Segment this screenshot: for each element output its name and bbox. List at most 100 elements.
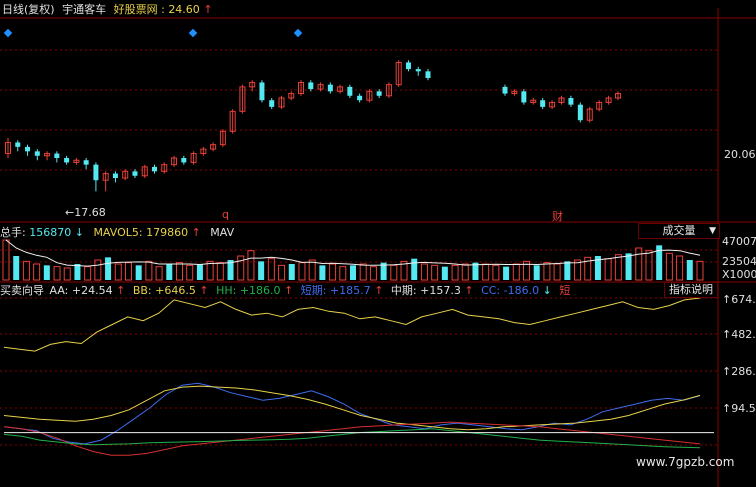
volume-bar-up — [553, 263, 561, 281]
candle-body-down — [152, 166, 158, 172]
candle-body-down — [425, 71, 431, 78]
indicator-header: 买卖向导 AA: +24.54 ↑ BB: +646.5 ↑ HH: +186.… — [0, 284, 570, 297]
volume-bar-up — [114, 263, 122, 281]
up-arrow-icon: ↑ — [203, 3, 213, 16]
candle-body-down — [327, 84, 333, 92]
indicator-help-button[interactable]: 指标说明 — [664, 282, 718, 298]
bb-label: BB: — [132, 284, 152, 297]
volume-bar-up — [308, 259, 316, 281]
volume-bar-up — [482, 263, 490, 281]
up-arrow-icon: ↑ — [116, 284, 126, 297]
volume-bar-down — [533, 265, 540, 280]
price-axis-label: 20.06 — [724, 148, 756, 161]
volume-bar-down — [105, 257, 112, 280]
indicator-title[interactable]: 买卖向导 — [0, 284, 44, 297]
volume-bar-down — [135, 265, 142, 280]
volume-bar-up — [665, 252, 673, 281]
volume-bar-down — [74, 264, 81, 280]
indicator-axis-label-3: ↑286.3 — [722, 365, 756, 378]
volume-dropdown[interactable]: 成交量 ▼ — [638, 223, 720, 239]
candle-body-down — [34, 151, 40, 156]
volume-bar-down — [319, 265, 326, 280]
candle-body-down — [54, 153, 60, 158]
stock-name: 宇通客车 — [62, 3, 107, 16]
indicator-axis-label-2: ↑482.6 — [722, 328, 756, 341]
up-arrow-icon: ↑ — [191, 226, 201, 239]
indicator-axis-value-4: 94.50 — [731, 402, 756, 415]
marker-cai: 财 — [552, 210, 563, 223]
volume-bar-down — [13, 256, 20, 280]
candle-body-down — [259, 82, 265, 101]
volume-bar-up — [461, 263, 469, 281]
volume-bar-up — [237, 255, 245, 281]
mid-label: 中期: — [390, 284, 417, 297]
short-label: 短期: — [300, 284, 327, 297]
bb-line — [3, 382, 701, 445]
volume-axis-unit: X1000 — [722, 268, 756, 281]
total-label: 总手: — [0, 226, 26, 239]
volume-bar-up — [176, 262, 183, 281]
volume-bar-up — [216, 262, 224, 281]
mid-line — [3, 421, 701, 456]
up-arrow-icon: ↑ — [722, 293, 732, 306]
volume-bar-up — [53, 266, 61, 281]
total-value: 156870 — [29, 226, 72, 239]
candle-body-down — [132, 171, 138, 176]
trunc-label: 短 — [559, 284, 571, 297]
volume-bar-up — [22, 260, 30, 281]
hh-label: HH: — [216, 284, 237, 297]
candle-body-down — [15, 142, 21, 147]
site-watermark: www.7gpzb.com — [636, 455, 735, 469]
low-price-marker: ←17.68 — [65, 206, 106, 219]
candle-body-down — [83, 160, 89, 165]
volume-bar-up — [329, 263, 337, 281]
candle-body-down — [521, 91, 527, 103]
low-marker-value: 17.68 — [74, 206, 106, 219]
indicator-axis-label-4: ↑94.50 — [722, 402, 756, 415]
volume-axis-label-mid: 23504 — [722, 255, 756, 268]
volume-bar-up — [696, 260, 704, 281]
volume-bar-up — [420, 263, 428, 281]
candle-body-down — [577, 104, 583, 121]
marker-q: q — [222, 208, 229, 221]
volume-bar-down — [686, 260, 693, 280]
cc-value: -186.0 — [503, 284, 540, 297]
candle-body-down — [540, 100, 546, 107]
volume-bar-up — [2, 239, 10, 281]
bb-value: +646.5 — [155, 284, 196, 297]
volume-bar-up — [451, 264, 459, 281]
up-arrow-icon: ↑ — [374, 284, 384, 297]
volume-bar-up — [124, 262, 132, 281]
candle-body-down — [25, 146, 31, 152]
candle-body-down — [376, 91, 382, 96]
period-label[interactable]: 日线(复权) — [2, 3, 55, 16]
chart-canvas — [0, 0, 756, 487]
volume-bar-up — [431, 264, 439, 281]
volume-bar-up — [359, 263, 367, 281]
volume-bar-up — [247, 250, 255, 281]
up-arrow-icon: ↑ — [722, 402, 732, 415]
candle-body-down — [502, 86, 508, 94]
diamond-marker — [293, 28, 303, 38]
volume-bar-down — [350, 265, 356, 280]
candle-body-down — [112, 173, 118, 178]
volume-bar-down — [288, 264, 295, 280]
candle-body-down — [269, 100, 275, 107]
volume-bar-up — [614, 254, 622, 281]
volume-bar-down — [564, 261, 571, 280]
volume-bar-down — [411, 258, 418, 280]
candle-body-down — [308, 82, 314, 90]
up-arrow-icon: ↑ — [722, 328, 732, 341]
mavol5-label: MAVOL5: — [93, 226, 143, 239]
up-arrow-icon: ↑ — [284, 284, 294, 297]
candle-body-down — [405, 62, 411, 70]
volume-bar-down — [258, 261, 265, 280]
chart-stage: 日线(复权) 宇通客车 好股票网 : 24.60 ↑ 20.06 ←17.68 … — [0, 0, 756, 487]
volume-bar-up — [369, 266, 377, 281]
volume-bar-down — [196, 264, 203, 280]
volume-bar-down — [625, 253, 632, 280]
candle-body-down — [568, 98, 574, 105]
volume-bar-up — [645, 250, 653, 281]
aa-value: +24.54 — [71, 284, 113, 297]
site-label: 好股票网 — [113, 3, 158, 16]
